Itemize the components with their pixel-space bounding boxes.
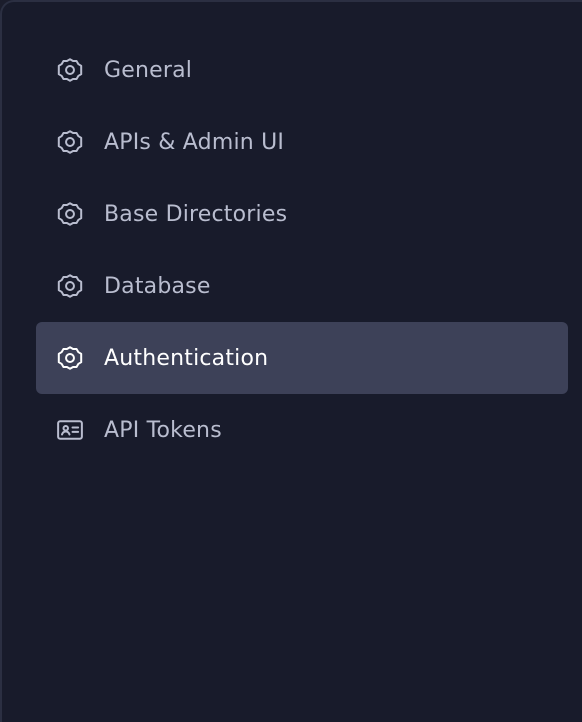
id-card-icon [54,414,86,446]
gear-icon [54,342,86,374]
gear-icon [54,198,86,230]
nav-item-apis-admin-ui[interactable]: APIs & Admin UI [36,106,568,178]
gear-icon [54,126,86,158]
nav-item-label: Base Directories [104,201,288,227]
nav-item-label: Authentication [104,345,269,371]
nav-item-general[interactable]: General [36,34,568,106]
nav-item-label: General [104,57,193,83]
gear-icon [54,54,86,86]
gear-icon [54,270,86,302]
nav-item-base-directories[interactable]: Base Directories [36,178,568,250]
nav-item-database[interactable]: Database [36,250,568,322]
nav-item-label: APIs & Admin UI [104,129,285,155]
nav-item-api-tokens[interactable]: API Tokens [36,394,568,466]
settings-nav-list: General APIs & Admin UI Base Directories [36,34,568,466]
nav-item-label: API Tokens [104,417,222,443]
nav-item-authentication[interactable]: Authentication [36,322,568,394]
settings-sidebar: General APIs & Admin UI Base Directories [0,0,582,722]
nav-item-label: Database [104,273,211,299]
